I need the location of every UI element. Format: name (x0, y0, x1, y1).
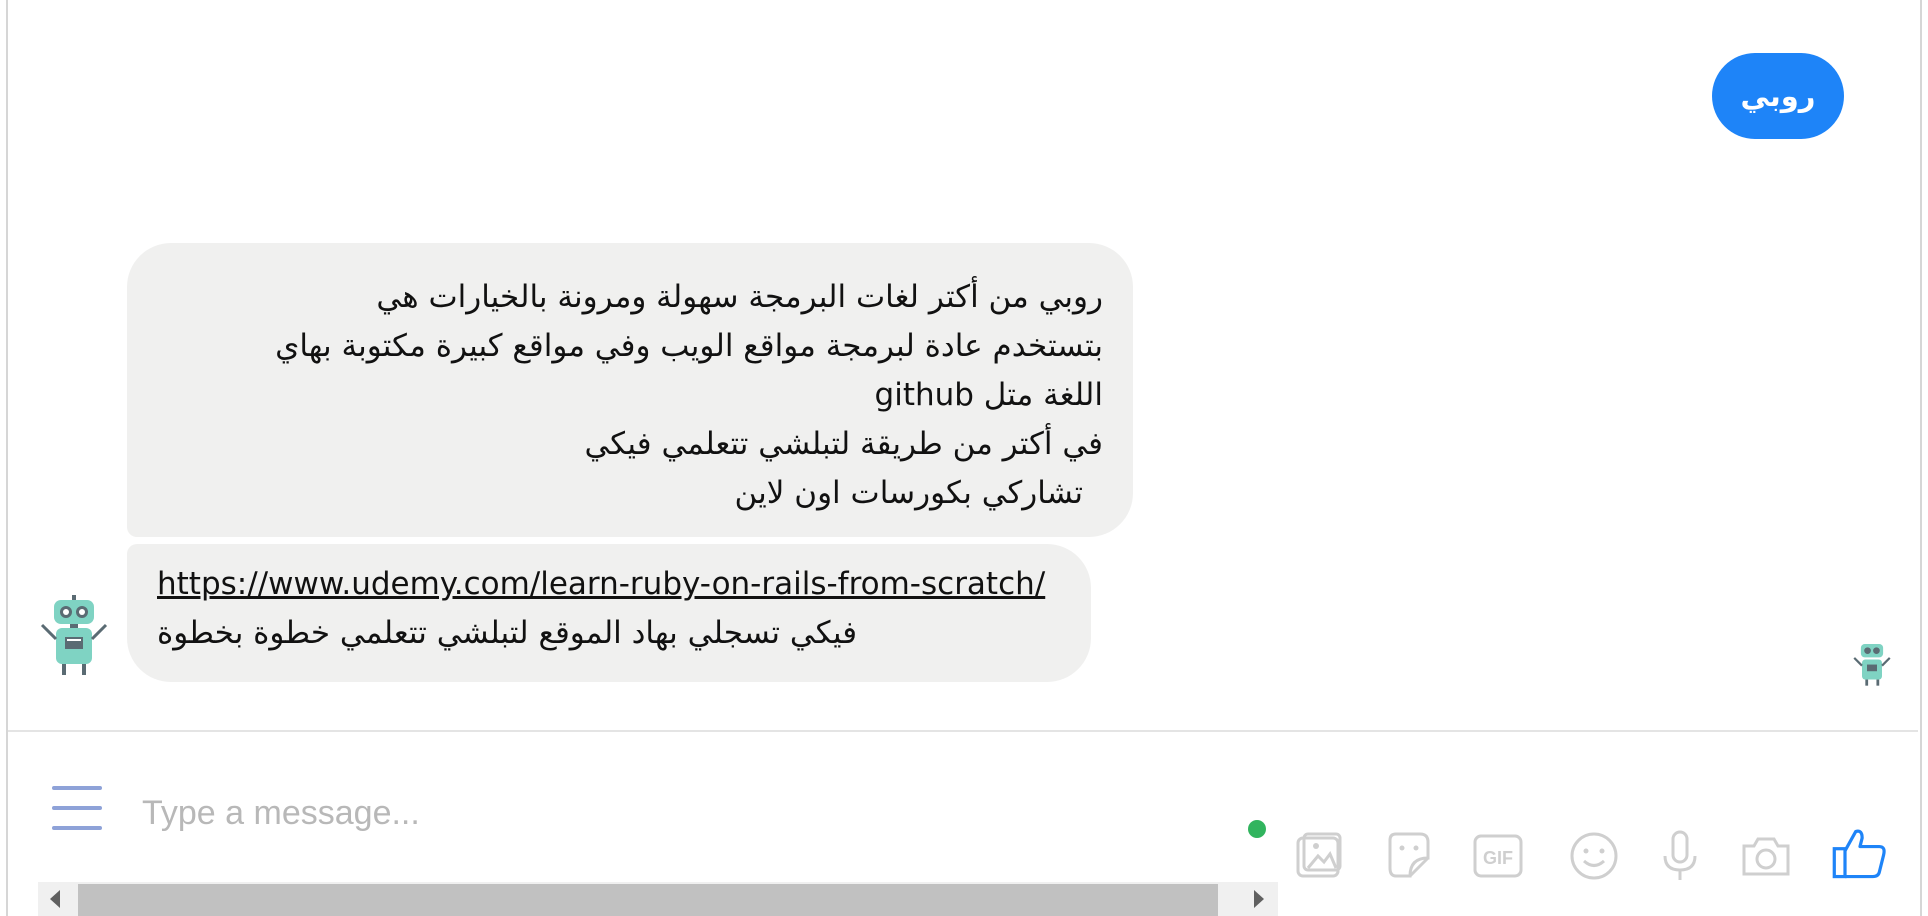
window-border-right (1920, 0, 1928, 916)
sent-message-bubble: روبي (1712, 53, 1844, 139)
received-message-bubble: روبي من أكتر لغات البرمجة سهولة ومرونة ب… (127, 243, 1133, 537)
robot-icon (1852, 640, 1892, 688)
camera-icon[interactable] (1738, 828, 1794, 884)
online-status-dot (1248, 820, 1266, 838)
message-line: في أكتر من طريقة لتبلشي تتعلمي فيكي (584, 426, 1103, 462)
message-input[interactable] (140, 784, 1184, 842)
image-icon[interactable] (1290, 828, 1346, 884)
window-border-left (0, 0, 8, 916)
microphone-icon[interactable] (1652, 828, 1708, 884)
sent-message-text: روبي (1740, 79, 1816, 113)
message-line: فيكي تسجلي بهاد الموقع لتبلشي تتعلمي خطو… (157, 615, 858, 651)
scroll-left-icon[interactable] (50, 890, 60, 908)
message-line: روبي من أكتر لغات البرمجة سهولة ومرونة ب… (376, 279, 1103, 315)
udemy-link[interactable]: https://www.udemy.com/learn-ruby-on-rail… (157, 560, 1061, 609)
menu-icon[interactable] (52, 786, 102, 830)
received-message-bubble: https://www.udemy.com/learn-ruby-on-rail… (127, 544, 1091, 682)
like-icon[interactable] (1830, 822, 1890, 884)
scroll-right-icon[interactable] (1254, 890, 1264, 908)
gif-icon[interactable]: GIF (1470, 828, 1526, 884)
emoji-icon[interactable] (1566, 828, 1622, 884)
message-line: بتستخدم عادة لبرمجة مواقع الويب وفي مواق… (275, 328, 1103, 364)
horizontal-scrollbar[interactable] (38, 882, 1278, 916)
message-line: اللغة متل github (874, 377, 1103, 413)
message-line: تشاركي بكورسات اون لاين (734, 475, 1083, 511)
gif-label: GIF (1483, 848, 1513, 868)
composer-divider (8, 730, 1918, 732)
scrollbar-thumb[interactable] (78, 884, 1218, 916)
sticker-icon[interactable] (1380, 828, 1436, 884)
robot-icon (38, 595, 110, 677)
